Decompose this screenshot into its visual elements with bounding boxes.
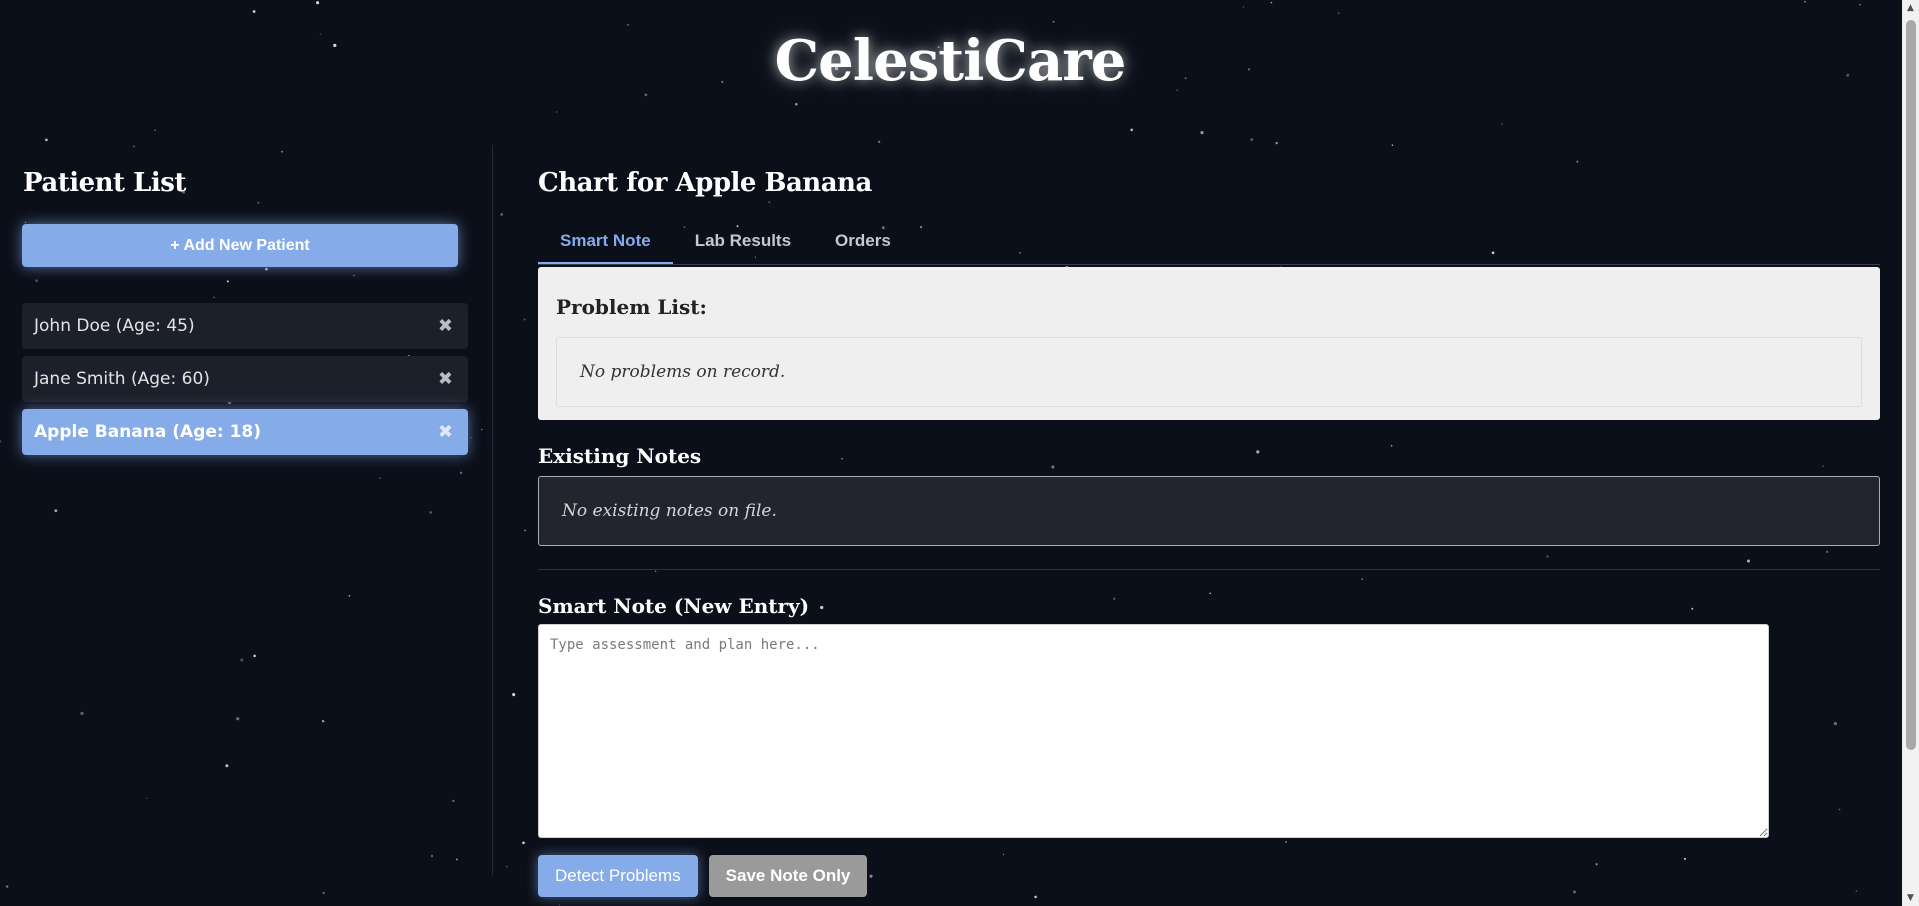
star [481, 428, 483, 431]
star [1337, 12, 1340, 14]
star [500, 212, 504, 216]
star [431, 855, 433, 857]
chart-title: Chart for Apple Banana [538, 168, 872, 198]
existing-notes-empty: No existing notes on file. [538, 476, 1880, 546]
star [316, 1, 320, 5]
page-scrollbar[interactable]: ▲ ▼ [1902, 0, 1919, 906]
star [54, 509, 58, 513]
patient-label: Apple Banana (Age: 18) [34, 422, 262, 442]
note-actions: Detect Problems Save Note Only [538, 855, 1880, 897]
tab-lab-results[interactable]: Lab Results [673, 228, 813, 264]
chevron-up-icon[interactable]: ▲ [1902, 0, 1919, 16]
star [878, 140, 881, 144]
close-icon[interactable]: ✖ [438, 369, 453, 390]
app-page: CelestiCare Patient List + Add New Patie… [0, 0, 1919, 906]
problem-list-heading: Problem List: [556, 295, 707, 319]
star [506, 865, 508, 868]
star [1200, 131, 1204, 135]
star [348, 594, 351, 597]
star [555, 111, 558, 113]
chart-tabs: Smart Note Lab Results Orders [538, 228, 1880, 265]
star [1804, 0, 1806, 3]
patient-chart: Chart for Apple Banana Smart Note Lab Re… [538, 160, 1880, 897]
star [1859, 3, 1861, 6]
sidebar-divider [492, 145, 493, 875]
star [1242, 6, 1245, 8]
patient-label: Jane Smith (Age: 60) [34, 369, 210, 389]
chevron-down-icon[interactable]: ▼ [1902, 890, 1919, 906]
star [321, 719, 325, 723]
star [1130, 128, 1134, 132]
detect-problems-button[interactable]: Detect Problems [538, 855, 698, 897]
section-divider [538, 569, 1880, 570]
star [429, 511, 432, 514]
existing-notes-heading: Existing Notes [538, 444, 702, 468]
star [524, 529, 526, 532]
add-patient-button[interactable]: + Add New Patient [22, 224, 458, 267]
smart-note-input[interactable] [538, 624, 1769, 838]
star [459, 471, 463, 475]
star [5, 885, 9, 888]
smart-note-heading: Smart Note (New Entry) [538, 594, 810, 618]
star [1391, 144, 1394, 146]
save-note-button[interactable]: Save Note Only [708, 855, 868, 897]
star [1250, 138, 1254, 141]
close-icon[interactable]: ✖ [438, 316, 453, 337]
star [145, 797, 148, 799]
close-icon[interactable]: ✖ [438, 422, 453, 443]
star [795, 102, 798, 106]
star [452, 799, 455, 803]
star [456, 858, 458, 861]
star [240, 658, 244, 662]
star [225, 764, 229, 768]
star [154, 129, 156, 132]
patient-list-heading: Patient List [23, 168, 186, 198]
patient-sidebar: Patient List + Add New Patient John Doe … [22, 160, 470, 462]
scrollbar-thumb[interactable] [1906, 20, 1916, 750]
patient-item-john-doe[interactable]: John Doe (Age: 45) ✖ [22, 303, 468, 349]
problem-list-empty: No problems on record. [556, 337, 1862, 407]
star [80, 711, 84, 716]
star [379, 477, 382, 480]
star [512, 693, 516, 697]
star [45, 138, 48, 142]
star [523, 318, 526, 321]
patient-list: John Doe (Age: 45) ✖ Jane Smith (Age: 60… [22, 303, 470, 455]
star [322, 891, 325, 895]
app-title: CelestiCare [774, 28, 1127, 94]
star [1052, 20, 1055, 23]
star [1275, 141, 1278, 145]
problem-list-panel: Problem List: No problems on record. [538, 267, 1880, 420]
star [627, 24, 629, 26]
star [522, 841, 525, 845]
star [0, 440, 2, 443]
star [133, 145, 135, 147]
star [236, 717, 240, 721]
star [1270, 1, 1273, 4]
star [1501, 123, 1503, 125]
patient-label: John Doe (Age: 45) [34, 316, 195, 336]
tab-smart-note[interactable]: Smart Note [538, 228, 673, 264]
star [281, 150, 283, 153]
patient-item-apple-banana[interactable]: Apple Banana (Age: 18) ✖ [22, 409, 468, 455]
patient-item-jane-smith[interactable]: Jane Smith (Age: 60) ✖ [22, 356, 468, 402]
star [252, 10, 256, 13]
star [470, 436, 472, 439]
tab-orders[interactable]: Orders [813, 228, 913, 264]
star [253, 654, 256, 658]
star [558, 904, 561, 906]
